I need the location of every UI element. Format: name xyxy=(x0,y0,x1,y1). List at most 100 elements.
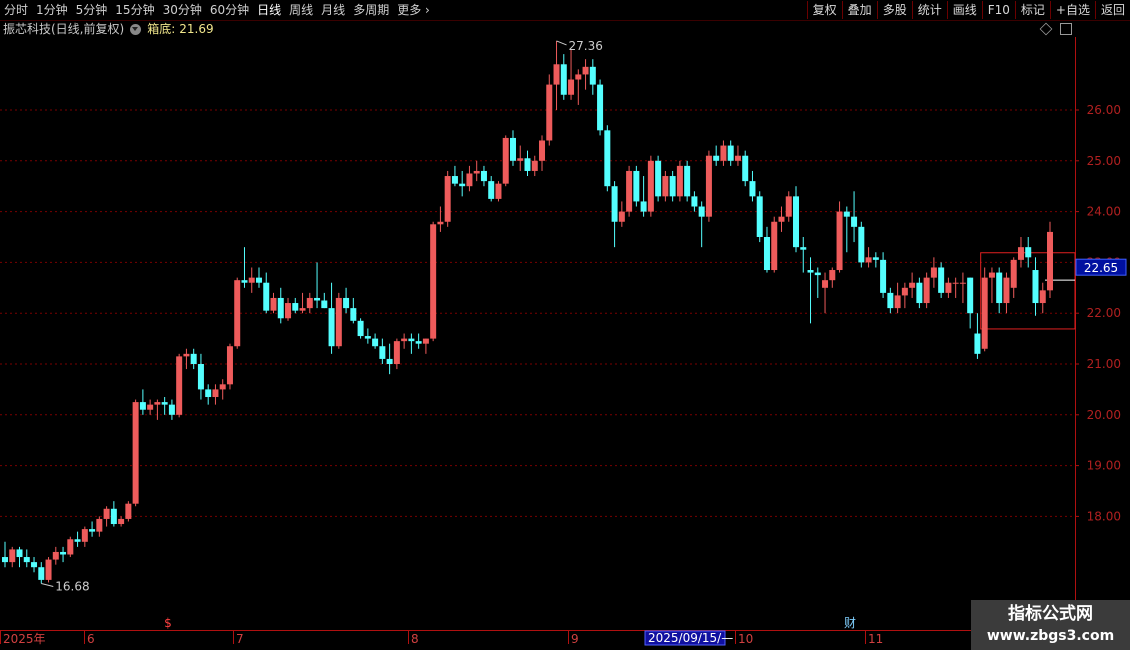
candle-down xyxy=(89,529,96,532)
chart-title-row: 振芯科技(日线,前复权) 箱底: 21.69 xyxy=(3,21,214,37)
candle-down xyxy=(938,267,945,293)
candle-down xyxy=(597,84,604,131)
time-axis-label: 9 xyxy=(571,632,579,646)
candle-up xyxy=(778,216,785,222)
candle-down xyxy=(2,557,8,563)
candle-down xyxy=(684,165,691,197)
candle-down xyxy=(205,389,212,398)
candle-up xyxy=(517,158,524,161)
candle-down xyxy=(241,280,248,283)
candle-up xyxy=(422,338,429,344)
candle-up xyxy=(930,267,937,278)
candle-up xyxy=(473,170,480,174)
candlestick-chart[interactable]: 26.0025.0024.0023.0022.0021.0020.0019.00… xyxy=(0,0,1130,650)
price-tick-label: 20.00 xyxy=(1087,408,1121,422)
candle-up xyxy=(335,297,342,347)
crosshair-date-label: 2025/09/15/— xyxy=(648,631,733,645)
candle-up xyxy=(285,303,292,319)
candle-up xyxy=(45,559,52,580)
candle-down xyxy=(451,176,458,184)
candle-down xyxy=(190,353,197,364)
candle-down xyxy=(459,183,466,187)
candle-down xyxy=(357,320,364,337)
candle-up xyxy=(647,160,654,212)
stock-title: 振芯科技(日线,前复权) xyxy=(3,22,125,36)
candle-down xyxy=(604,130,611,187)
candle-down xyxy=(139,402,146,410)
candle-down xyxy=(655,160,662,197)
candle-up xyxy=(531,160,538,171)
candle-down xyxy=(974,333,981,354)
candle-down xyxy=(263,282,270,311)
price-tick-label: 18.00 xyxy=(1087,509,1121,523)
candle-up xyxy=(103,508,110,519)
candle-down xyxy=(74,539,81,542)
candle-up xyxy=(952,282,959,284)
diamond-icon[interactable] xyxy=(1039,22,1053,36)
candle-down xyxy=(698,206,705,217)
time-axis-label: 8 xyxy=(411,632,419,646)
candle-down xyxy=(255,277,262,283)
panel-toggle-icon[interactable] xyxy=(1060,23,1072,35)
candle-up xyxy=(183,353,190,357)
candle-up xyxy=(1003,277,1010,304)
candle-up xyxy=(299,308,306,311)
candle-up xyxy=(132,402,139,504)
candle-down xyxy=(16,549,23,558)
candle-down xyxy=(887,292,894,309)
candle-down xyxy=(814,272,821,276)
candle-down xyxy=(742,155,749,182)
dropdown-circle-icon[interactable] xyxy=(130,23,142,35)
candle-up xyxy=(67,539,74,555)
candle-down xyxy=(372,338,379,347)
candle-down xyxy=(858,226,865,263)
candle-down xyxy=(415,341,422,344)
candle-down xyxy=(640,201,647,212)
current-price-badge-text: 22.65 xyxy=(1084,261,1118,275)
candle-down xyxy=(509,137,516,161)
candle-down xyxy=(60,551,67,555)
candle-down xyxy=(379,346,386,359)
price-tick-label: 26.00 xyxy=(1087,103,1121,117)
candle-down xyxy=(589,66,596,85)
time-axis-label: 11 xyxy=(868,632,883,646)
candle-down xyxy=(727,145,734,161)
candle-down xyxy=(23,557,30,563)
candle-up xyxy=(720,145,727,161)
candle-up xyxy=(582,66,589,75)
candle-up xyxy=(1010,259,1017,288)
price-tick-label: 25.00 xyxy=(1087,154,1121,168)
dividend-marker-icon: $ xyxy=(164,616,172,630)
candle-down xyxy=(197,364,204,390)
candle-up xyxy=(212,389,219,398)
candle-up xyxy=(248,277,255,283)
candle-up xyxy=(437,221,444,225)
candle-up xyxy=(1047,231,1053,291)
chart-corner-icons xyxy=(1039,22,1072,36)
time-axis-label: 2025年 xyxy=(3,632,46,646)
candle-up xyxy=(270,297,277,311)
candle-up xyxy=(909,282,916,288)
candle-up xyxy=(865,257,872,263)
price-tick-label: 21.00 xyxy=(1087,357,1121,371)
candle-up xyxy=(444,176,451,222)
candle-up xyxy=(1039,290,1046,304)
candle-down xyxy=(480,170,487,182)
candle-up xyxy=(118,518,125,525)
candle-down xyxy=(807,270,814,273)
candle-down xyxy=(110,508,117,525)
candle-up xyxy=(546,84,553,141)
candle-down xyxy=(277,297,284,319)
candle-down xyxy=(408,338,415,342)
candle-up xyxy=(401,338,408,342)
candle-up xyxy=(81,529,88,542)
candle-up xyxy=(125,503,132,519)
candle-up xyxy=(234,280,241,347)
candle-down xyxy=(168,404,175,415)
candle-up xyxy=(959,282,966,284)
candle-up xyxy=(662,176,669,197)
candle-up xyxy=(466,173,473,187)
candle-up xyxy=(306,297,313,309)
candle-down xyxy=(880,259,887,293)
candle-down xyxy=(328,308,335,347)
